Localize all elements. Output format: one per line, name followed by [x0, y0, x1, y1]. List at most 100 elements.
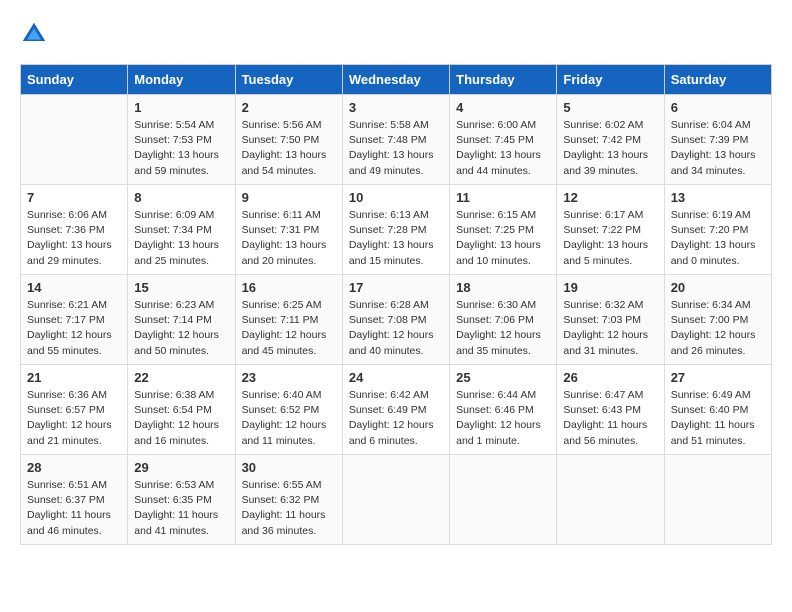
calendar-cell: 6 Sunrise: 6:04 AM Sunset: 7:39 PM Daylig…	[664, 95, 771, 185]
day-number: 6	[671, 100, 765, 115]
day-info: Sunrise: 6:42 AM Sunset: 6:49 PM Dayligh…	[349, 388, 443, 449]
day-info: Sunrise: 6:44 AM Sunset: 6:46 PM Dayligh…	[456, 388, 550, 449]
weekday-header-saturday: Saturday	[664, 65, 771, 95]
weekday-header-thursday: Thursday	[450, 65, 557, 95]
calendar-cell	[450, 455, 557, 545]
calendar-cell: 22Sunrise: 6:38 AM Sunset: 6:54 PM Dayli…	[128, 365, 235, 455]
day-number: 30	[242, 460, 336, 475]
calendar-cell: 12 Sunrise: 6:17 AM Sunset: 7:22 PM Dayli…	[557, 185, 664, 275]
week-row-5: 28 Sunrise: 6:51 AM Sunset: 6:37 PM Dayli…	[21, 455, 772, 545]
week-row-1: 1 Sunrise: 5:54 AM Sunset: 7:53 PM Daylig…	[21, 95, 772, 185]
day-info: Sunrise: 6:32 AM Sunset: 7:03 PM Dayligh…	[563, 298, 657, 359]
day-number: 19	[563, 280, 657, 295]
logo	[20, 20, 52, 48]
day-number: 25	[456, 370, 550, 385]
day-number: 8	[134, 190, 228, 205]
day-number: 11	[456, 190, 550, 205]
calendar-cell: 23 Sunrise: 6:40 AM Sunset: 6:52 PM Dayli…	[235, 365, 342, 455]
day-number: 24	[349, 370, 443, 385]
weekday-header-row: SundayMondayTuesdayWednesdayThursdayFrid…	[21, 65, 772, 95]
calendar-table: SundayMondayTuesdayWednesdayThursdayFrid…	[20, 64, 772, 545]
day-number: 27	[671, 370, 765, 385]
calendar-cell: 26Sunrise: 6:47 AM Sunset: 6:43 PM Dayli…	[557, 365, 664, 455]
calendar-cell: 20 Sunrise: 6:34 AM Sunset: 7:00 PM Dayli…	[664, 275, 771, 365]
day-number: 28	[27, 460, 121, 475]
weekday-header-wednesday: Wednesday	[342, 65, 449, 95]
calendar-cell: 2 Sunrise: 5:56 AM Sunset: 7:50 PM Daylig…	[235, 95, 342, 185]
weekday-header-friday: Friday	[557, 65, 664, 95]
day-info: Sunrise: 6:19 AM Sunset: 7:20 PM Dayligh…	[671, 208, 765, 269]
day-number: 5	[563, 100, 657, 115]
day-info: Sunrise: 6:30 AM Sunset: 7:06 PM Dayligh…	[456, 298, 550, 359]
day-info: Sunrise: 6:51 AM Sunset: 6:37 PM Dayligh…	[27, 478, 121, 539]
day-number: 15	[134, 280, 228, 295]
calendar-cell: 25 Sunrise: 6:44 AM Sunset: 6:46 PM Dayli…	[450, 365, 557, 455]
day-info: Sunrise: 6:04 AM Sunset: 7:39 PM Dayligh…	[671, 118, 765, 179]
calendar-cell: 3 Sunrise: 5:58 AM Sunset: 7:48 PM Daylig…	[342, 95, 449, 185]
day-number: 4	[456, 100, 550, 115]
day-number: 1	[134, 100, 228, 115]
day-info: Sunrise: 6:00 AM Sunset: 7:45 PM Dayligh…	[456, 118, 550, 179]
day-info: Sunrise: 6:36 AM Sunset: 6:57 PM Dayligh…	[27, 388, 121, 449]
day-info: Sunrise: 6:23 AM Sunset: 7:14 PM Dayligh…	[134, 298, 228, 359]
calendar-cell: 18 Sunrise: 6:30 AM Sunset: 7:06 PM Dayli…	[450, 275, 557, 365]
calendar-cell: 16 Sunrise: 6:25 AM Sunset: 7:11 PM Dayli…	[235, 275, 342, 365]
calendar-cell: 9 Sunrise: 6:11 AM Sunset: 7:31 PM Daylig…	[235, 185, 342, 275]
day-info: Sunrise: 5:56 AM Sunset: 7:50 PM Dayligh…	[242, 118, 336, 179]
day-number: 21	[27, 370, 121, 385]
day-info: Sunrise: 5:58 AM Sunset: 7:48 PM Dayligh…	[349, 118, 443, 179]
day-number: 29	[134, 460, 228, 475]
calendar-cell: 19 Sunrise: 6:32 AM Sunset: 7:03 PM Dayli…	[557, 275, 664, 365]
weekday-header-monday: Monday	[128, 65, 235, 95]
calendar-cell: 8Sunrise: 6:09 AM Sunset: 7:34 PM Daylig…	[128, 185, 235, 275]
day-info: Sunrise: 6:55 AM Sunset: 6:32 PM Dayligh…	[242, 478, 336, 539]
calendar-cell: 4 Sunrise: 6:00 AM Sunset: 7:45 PM Daylig…	[450, 95, 557, 185]
day-number: 2	[242, 100, 336, 115]
day-info: Sunrise: 6:28 AM Sunset: 7:08 PM Dayligh…	[349, 298, 443, 359]
calendar-cell: 7 Sunrise: 6:06 AM Sunset: 7:36 PM Daylig…	[21, 185, 128, 275]
day-number: 14	[27, 280, 121, 295]
calendar-cell: 28 Sunrise: 6:51 AM Sunset: 6:37 PM Dayli…	[21, 455, 128, 545]
calendar-cell: 21 Sunrise: 6:36 AM Sunset: 6:57 PM Dayli…	[21, 365, 128, 455]
day-info: Sunrise: 6:11 AM Sunset: 7:31 PM Dayligh…	[242, 208, 336, 269]
calendar-cell: 14Sunrise: 6:21 AM Sunset: 7:17 PM Dayli…	[21, 275, 128, 365]
day-number: 20	[671, 280, 765, 295]
calendar-cell: 5 Sunrise: 6:02 AM Sunset: 7:42 PM Daylig…	[557, 95, 664, 185]
calendar-cell	[664, 455, 771, 545]
calendar-cell: 27 Sunrise: 6:49 AM Sunset: 6:40 PM Dayli…	[664, 365, 771, 455]
day-number: 16	[242, 280, 336, 295]
day-info: Sunrise: 6:34 AM Sunset: 7:00 PM Dayligh…	[671, 298, 765, 359]
logo-icon	[20, 20, 48, 48]
day-number: 10	[349, 190, 443, 205]
day-number: 9	[242, 190, 336, 205]
page-header	[20, 20, 772, 48]
calendar-cell: 29 Sunrise: 6:53 AM Sunset: 6:35 PM Dayli…	[128, 455, 235, 545]
day-number: 3	[349, 100, 443, 115]
day-info: Sunrise: 6:02 AM Sunset: 7:42 PM Dayligh…	[563, 118, 657, 179]
day-info: Sunrise: 6:47 AM Sunset: 6:43 PM Dayligh…	[563, 388, 657, 449]
weekday-header-tuesday: Tuesday	[235, 65, 342, 95]
day-info: Sunrise: 6:40 AM Sunset: 6:52 PM Dayligh…	[242, 388, 336, 449]
calendar-cell: 1 Sunrise: 5:54 AM Sunset: 7:53 PM Daylig…	[128, 95, 235, 185]
day-info: Sunrise: 6:53 AM Sunset: 6:35 PM Dayligh…	[134, 478, 228, 539]
day-number: 23	[242, 370, 336, 385]
calendar-cell	[557, 455, 664, 545]
day-info: Sunrise: 6:13 AM Sunset: 7:28 PM Dayligh…	[349, 208, 443, 269]
day-number: 7	[27, 190, 121, 205]
calendar-cell: 10 Sunrise: 6:13 AM Sunset: 7:28 PM Dayli…	[342, 185, 449, 275]
week-row-3: 14Sunrise: 6:21 AM Sunset: 7:17 PM Dayli…	[21, 275, 772, 365]
calendar-cell	[21, 95, 128, 185]
day-number: 13	[671, 190, 765, 205]
calendar-cell: 11Sunrise: 6:15 AM Sunset: 7:25 PM Dayli…	[450, 185, 557, 275]
day-info: Sunrise: 6:49 AM Sunset: 6:40 PM Dayligh…	[671, 388, 765, 449]
day-info: Sunrise: 6:06 AM Sunset: 7:36 PM Dayligh…	[27, 208, 121, 269]
calendar-cell: 30 Sunrise: 6:55 AM Sunset: 6:32 PM Dayli…	[235, 455, 342, 545]
calendar-cell: 24 Sunrise: 6:42 AM Sunset: 6:49 PM Dayli…	[342, 365, 449, 455]
day-info: Sunrise: 6:17 AM Sunset: 7:22 PM Dayligh…	[563, 208, 657, 269]
day-info: Sunrise: 6:25 AM Sunset: 7:11 PM Dayligh…	[242, 298, 336, 359]
calendar-cell: 15 Sunrise: 6:23 AM Sunset: 7:14 PM Dayli…	[128, 275, 235, 365]
day-number: 12	[563, 190, 657, 205]
day-number: 22	[134, 370, 228, 385]
day-number: 18	[456, 280, 550, 295]
day-info: Sunrise: 5:54 AM Sunset: 7:53 PM Dayligh…	[134, 118, 228, 179]
